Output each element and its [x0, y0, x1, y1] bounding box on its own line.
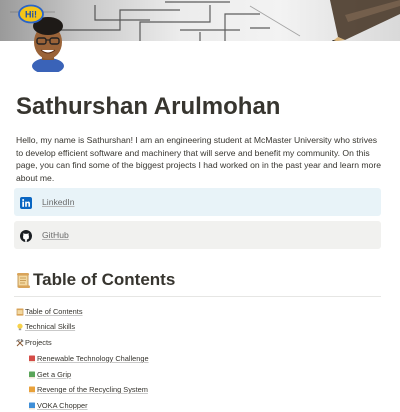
- toc-item-projects[interactable]: Projects: [16, 338, 52, 347]
- toc-item-label[interactable]: Renewable Technology Challenge: [37, 354, 149, 363]
- linkedin-link-block[interactable]: LinkedIn: [14, 188, 381, 216]
- github-icon: [20, 229, 32, 242]
- toc-item-revenge-of-the-recycling-system[interactable]: Revenge of the Recycling System: [28, 385, 148, 394]
- page-title: Sathurshan Arulmohan: [16, 93, 281, 120]
- scroll-icon: [16, 272, 31, 289]
- hi-badge-text: Hi!: [25, 10, 37, 20]
- toc-item-label[interactable]: Technical Skills: [25, 322, 75, 331]
- toc-item-voka-chopper[interactable]: VOKA Chopper: [28, 401, 88, 410]
- hi-badge-icon: Hi!: [18, 4, 44, 24]
- toc-item-get-a-grip[interactable]: Get a Grip: [28, 370, 71, 379]
- toc-item-table-of-contents[interactable]: Table of Contents: [16, 307, 83, 316]
- hammer-pick-icon: [16, 338, 24, 347]
- scroll-icon: [16, 308, 24, 316]
- toc-item-label[interactable]: Revenge of the Recycling System: [37, 385, 148, 394]
- red-book-icon: [28, 355, 36, 363]
- toc-item-renewable-technology-challenge[interactable]: Renewable Technology Challenge: [28, 354, 149, 363]
- toc-item-label[interactable]: Table of Contents: [25, 307, 83, 316]
- toc-item-label[interactable]: Projects: [25, 338, 52, 347]
- orange-book-icon: [28, 386, 36, 394]
- avatar: Hi!: [18, 4, 74, 74]
- toc-item-technical-skills[interactable]: Technical Skills: [16, 322, 75, 331]
- green-book-icon: [28, 371, 36, 379]
- github-link-label[interactable]: GitHub: [42, 230, 69, 240]
- toc-item-label[interactable]: VOKA Chopper: [37, 401, 88, 410]
- toc-heading: Table of Contents: [16, 270, 175, 290]
- toc-heading-text: Table of Contents: [33, 270, 176, 289]
- linkedin-icon: [20, 196, 32, 209]
- divider: [14, 296, 381, 297]
- linkedin-link-label[interactable]: LinkedIn: [42, 197, 75, 207]
- blue-book-icon: [28, 402, 36, 410]
- github-link-block[interactable]: GitHub: [14, 221, 381, 249]
- intro-paragraph: Hello, my name is Sathurshan! I am an en…: [16, 135, 381, 183]
- toc-item-label[interactable]: Get a Grip: [37, 370, 71, 379]
- lightbulb-icon: [16, 323, 24, 331]
